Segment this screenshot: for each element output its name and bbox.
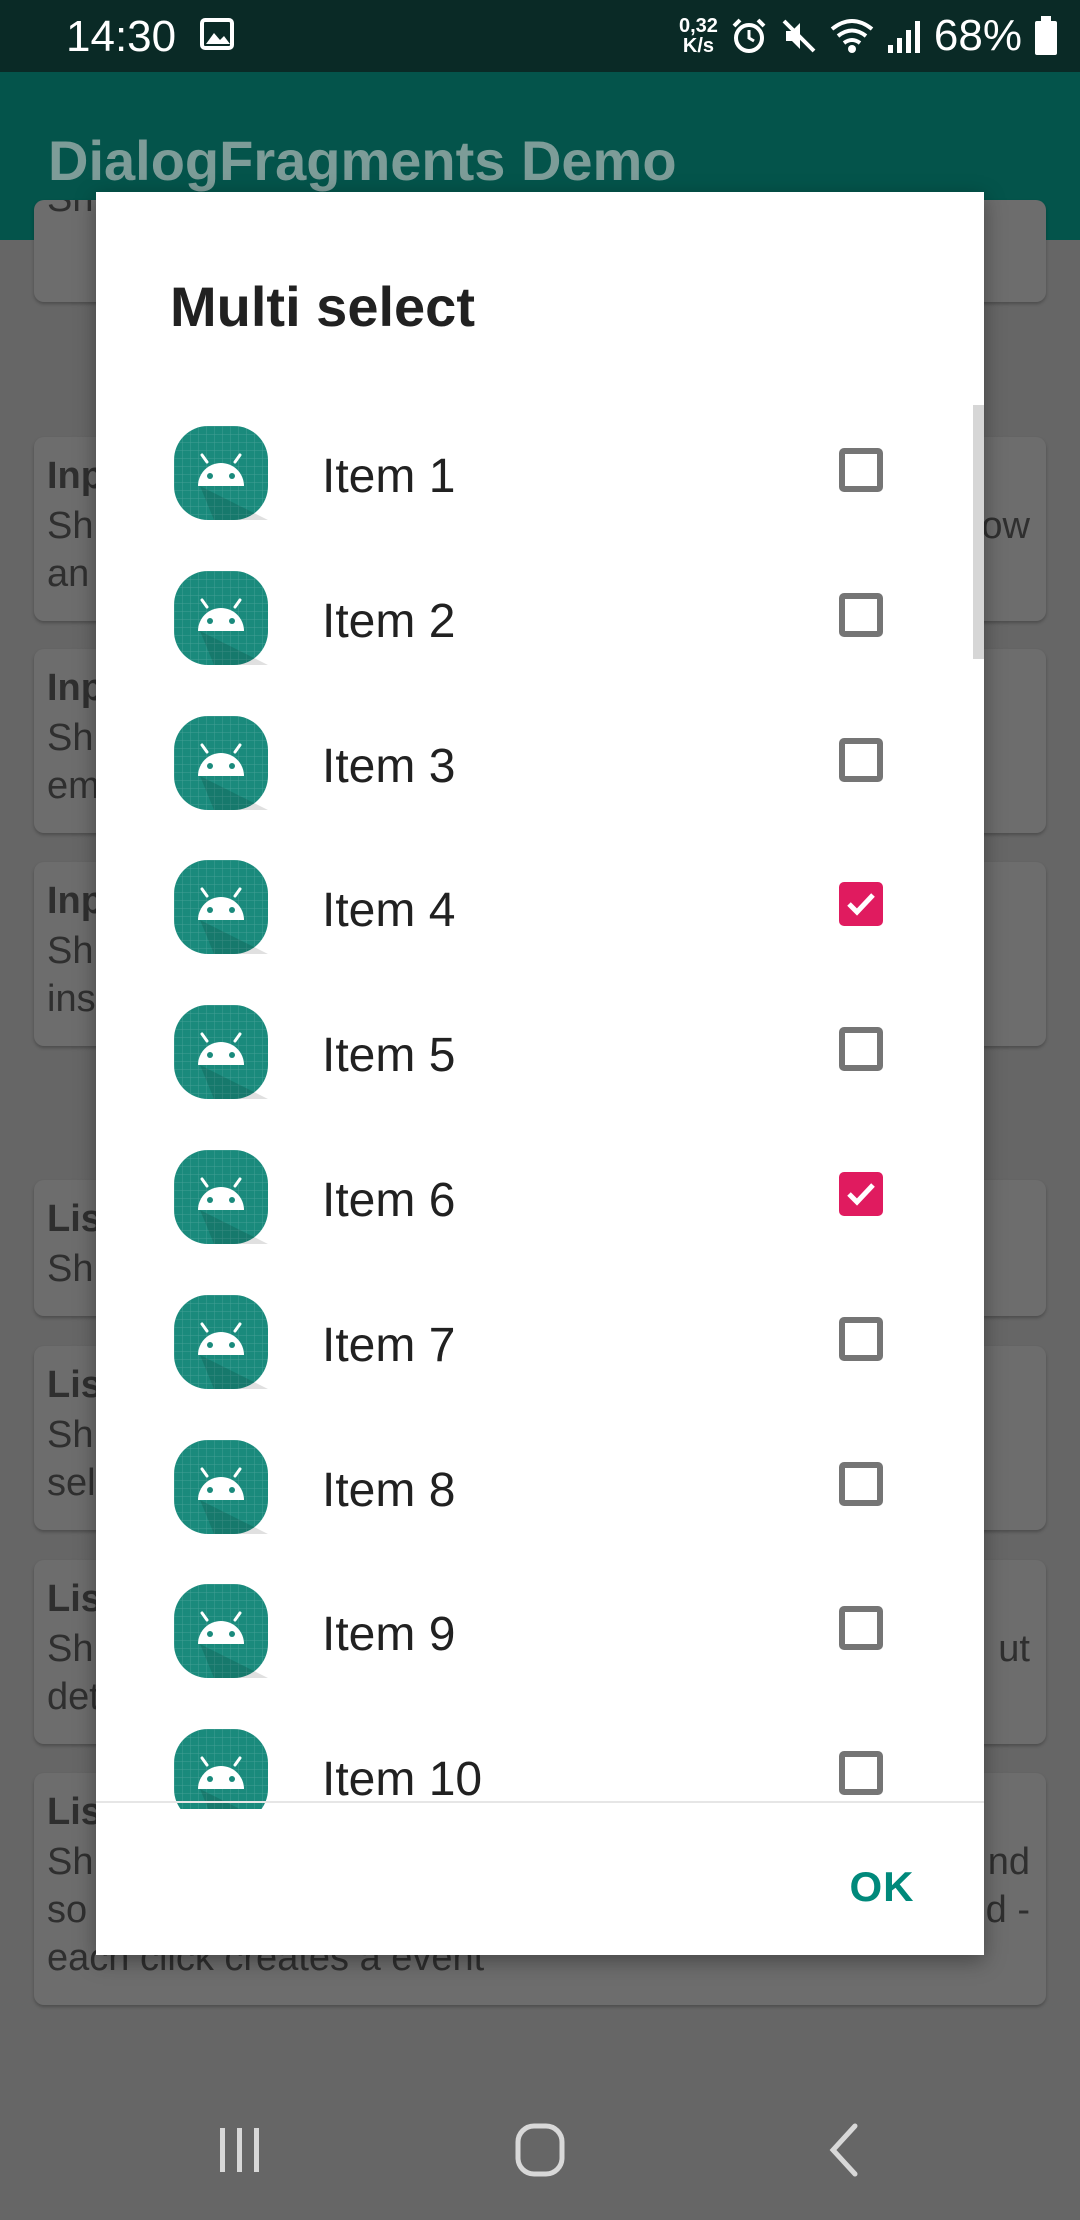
wifi-icon [830, 19, 874, 53]
android-app-icon [174, 715, 268, 810]
background-card-text: det [47, 1676, 100, 1718]
status-time: 14:30 [66, 12, 177, 61]
item-checkbox[interactable] [839, 882, 883, 927]
item-checkbox[interactable] [839, 1172, 883, 1216]
recents-icon[interactable] [200, 2120, 280, 2180]
list-item[interactable]: Item 7 [96, 1271, 984, 1415]
background-card-title: Lis [47, 1791, 102, 1833]
item-checkbox[interactable] [839, 1461, 883, 1506]
background-card-text: ins [47, 978, 96, 1020]
list-item[interactable]: Item 10 [96, 1705, 984, 1809]
background-card-title: Lis [47, 1578, 102, 1620]
item-label: Item 7 [322, 1318, 456, 1372]
alarm-icon [732, 18, 766, 53]
item-checkbox[interactable] [839, 1027, 883, 1072]
item-label: Item 5 [322, 1029, 456, 1083]
list-item[interactable]: Item 1 [96, 402, 984, 546]
background-card-text-right: ow [981, 505, 1030, 547]
navigation-bar [0, 2080, 1080, 2220]
background-card-text: Sh [47, 930, 94, 972]
android-app-icon [174, 860, 268, 955]
scrollbar-thumb[interactable] [973, 405, 984, 659]
background-card-text: em [47, 765, 100, 807]
item-list[interactable]: Item 1 Item 2 Item 3 Item 4 Item 5 Item … [96, 402, 984, 1809]
item-label: Item 9 [322, 1608, 456, 1662]
android-app-icon [174, 1729, 268, 1809]
item-checkbox[interactable] [839, 1606, 883, 1651]
list-item[interactable]: Item 4 [96, 836, 984, 980]
item-checkbox[interactable] [839, 448, 883, 492]
dialog-divider [96, 1801, 984, 1803]
list-item[interactable]: Item 6 [96, 1126, 984, 1270]
list-item[interactable]: Item 3 [96, 692, 984, 836]
battery-icon [1035, 16, 1057, 55]
item-checkbox[interactable] [839, 1751, 883, 1796]
image-notification-icon [200, 18, 234, 50]
background-card-text-right: ut [998, 1628, 1030, 1670]
item-checkbox[interactable] [839, 1316, 883, 1361]
dialog-title: Multi select [170, 275, 475, 338]
battery-percentage: 68% [933, 11, 1022, 60]
multi-select-dialog: Multi select Item 1 Item 2 Item 3 Item 4… [96, 192, 984, 1955]
android-app-icon [174, 1294, 268, 1389]
home-icon[interactable] [500, 2120, 580, 2180]
status-icons: 0,32 K/s 68% [679, 10, 1058, 62]
item-label: Item 8 [322, 1463, 456, 1517]
status-bar: 14:30 0,32 K/s 68% [0, 0, 1080, 72]
background-card-text: Sh [47, 1841, 94, 1883]
ok-button[interactable]: OK [822, 1852, 942, 1922]
item-label: Item 3 [322, 739, 456, 793]
background-card-title: Lis [47, 1198, 102, 1240]
android-app-icon [174, 570, 268, 665]
background-card-text: sel [47, 1462, 96, 1504]
item-label: Item 1 [322, 450, 456, 503]
background-card-text-right: nd [987, 1841, 1030, 1883]
background-card-text: Sh [47, 1248, 94, 1290]
background-card-text-right: d - [985, 1889, 1030, 1931]
list-item[interactable]: Item 9 [96, 1560, 984, 1704]
background-card-text: Sh [47, 1628, 94, 1670]
android-app-icon [174, 1005, 268, 1100]
background-card-text: Sh [47, 1414, 94, 1456]
item-label: Item 4 [322, 884, 456, 938]
back-icon[interactable] [805, 2120, 885, 2180]
item-label: Item 10 [322, 1753, 483, 1807]
item-checkbox[interactable] [839, 737, 883, 782]
background-card-text: an [47, 553, 90, 595]
android-app-icon [174, 1584, 268, 1679]
network-speed: 0,32 K/s [678, 15, 718, 57]
background-card-text: Sh [47, 505, 94, 547]
android-app-icon [174, 426, 268, 520]
background-card-text: Sh [47, 200, 93, 221]
background-card-title: Lis [47, 1364, 102, 1406]
android-app-icon [174, 1150, 268, 1244]
signal-icon [887, 21, 920, 53]
item-checkbox[interactable] [839, 592, 883, 637]
item-label: Item 6 [322, 1174, 456, 1227]
item-label: Item 2 [322, 594, 456, 648]
list-item[interactable]: Item 8 [96, 1416, 984, 1560]
android-app-icon [174, 1439, 268, 1534]
mute-icon [782, 19, 816, 53]
background-card-text: Sh [47, 717, 94, 759]
list-item[interactable]: Item 5 [96, 981, 984, 1125]
list-item[interactable]: Item 2 [96, 547, 984, 691]
app-title: DialogFragments Demo [48, 129, 677, 192]
background-card-text: so [47, 1889, 88, 1931]
